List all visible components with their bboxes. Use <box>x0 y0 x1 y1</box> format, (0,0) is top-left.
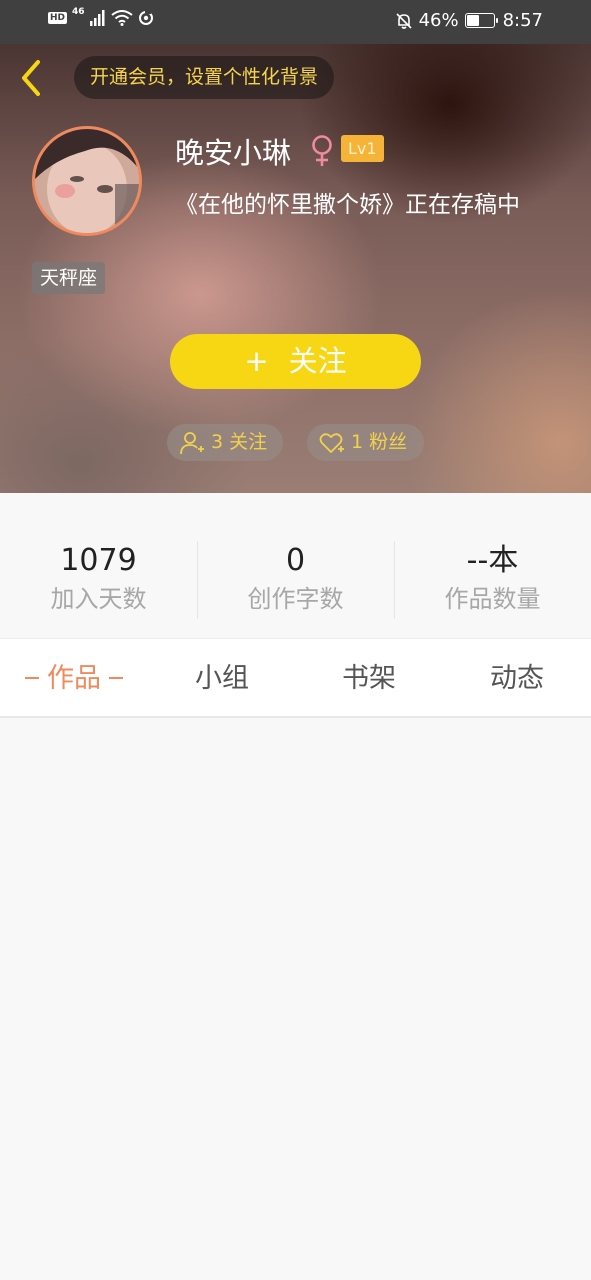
stat-value: 1079 <box>60 543 137 578</box>
network-type: 46 <box>72 7 85 17</box>
zodiac-tag: 天秤座 <box>32 262 106 294</box>
battery-percent: 46% <box>418 10 459 31</box>
wifi-icon <box>110 10 133 26</box>
stat-days-joined: 1079 加入天数 <box>0 541 197 616</box>
tab-bookshelf[interactable]: 书架 <box>295 639 443 717</box>
following-count-pill[interactable]: 3 关注 <box>167 424 283 461</box>
profile-screen: HD 46 46% 8:57 开通会员，设置个性化背景 晚安小琳 Lv1 《在他… <box>0 0 591 1280</box>
sync-icon <box>138 10 154 26</box>
avatar[interactable] <box>32 126 142 236</box>
tab-works-label: 作品 <box>47 663 101 694</box>
username: 晚安小琳 <box>175 136 292 170</box>
tab-groups[interactable]: 小组 <box>148 639 296 717</box>
fans-count: 1 粉丝 <box>351 431 408 453</box>
tab-activity-label: 动态 <box>490 663 544 694</box>
mute-bell-icon <box>395 12 413 30</box>
stat-label: 创作字数 <box>247 585 344 613</box>
tab-bookshelf-label: 书架 <box>342 663 396 694</box>
user-add-icon <box>179 430 205 456</box>
female-gender-icon <box>309 134 335 168</box>
status-bar-left: HD 46 <box>48 7 154 26</box>
battery-icon <box>464 13 498 28</box>
follow-button-label: 关注 <box>288 344 347 378</box>
stat-label: 作品数量 <box>444 585 541 613</box>
tab-groups-label: 小组 <box>195 663 249 694</box>
battery-level <box>466 15 479 26</box>
clock: 8:57 <box>502 10 543 31</box>
tab-content-empty <box>0 718 591 1280</box>
back-chevron-icon[interactable] <box>18 58 46 98</box>
status-bar: HD 46 46% 8:57 <box>0 0 591 44</box>
stat-value: 0 <box>285 543 306 578</box>
plus-icon: + <box>244 344 269 378</box>
fans-count-pill[interactable]: 1 粉丝 <box>307 424 424 461</box>
profile-header: 开通会员，设置个性化背景 晚安小琳 Lv1 《在他的怀里撒个娇》正在存稿中 天秤… <box>0 44 591 493</box>
heart-icon <box>319 431 345 455</box>
vip-background-prompt[interactable]: 开通会员，设置个性化背景 <box>74 56 335 99</box>
signal-icon <box>89 10 106 26</box>
status-bar-right: 46% 8:57 <box>395 10 543 31</box>
stat-works-count: --本 作品数量 <box>394 541 591 616</box>
tab-bar: 作品 小组 书架 动态 <box>0 638 591 718</box>
stat-label: 加入天数 <box>50 585 147 613</box>
tab-works[interactable]: 作品 <box>0 639 148 717</box>
tab-indicator-left <box>25 676 39 679</box>
hd-badge: HD <box>48 12 68 24</box>
stats-row: 1079 加入天数 0 创作字数 --本 作品数量 <box>0 493 591 638</box>
tab-indicator-right <box>109 676 123 679</box>
writing-status[interactable]: 《在他的怀里撒个娇》正在存稿中 <box>175 185 520 219</box>
follow-button[interactable]: + 关注 <box>170 334 421 389</box>
stat-value: --本 <box>466 543 519 578</box>
level-badge: Lv1 <box>341 135 384 162</box>
tab-activity[interactable]: 动态 <box>443 639 591 717</box>
following-count: 3 关注 <box>211 431 268 453</box>
stat-word-count: 0 创作字数 <box>197 541 394 616</box>
